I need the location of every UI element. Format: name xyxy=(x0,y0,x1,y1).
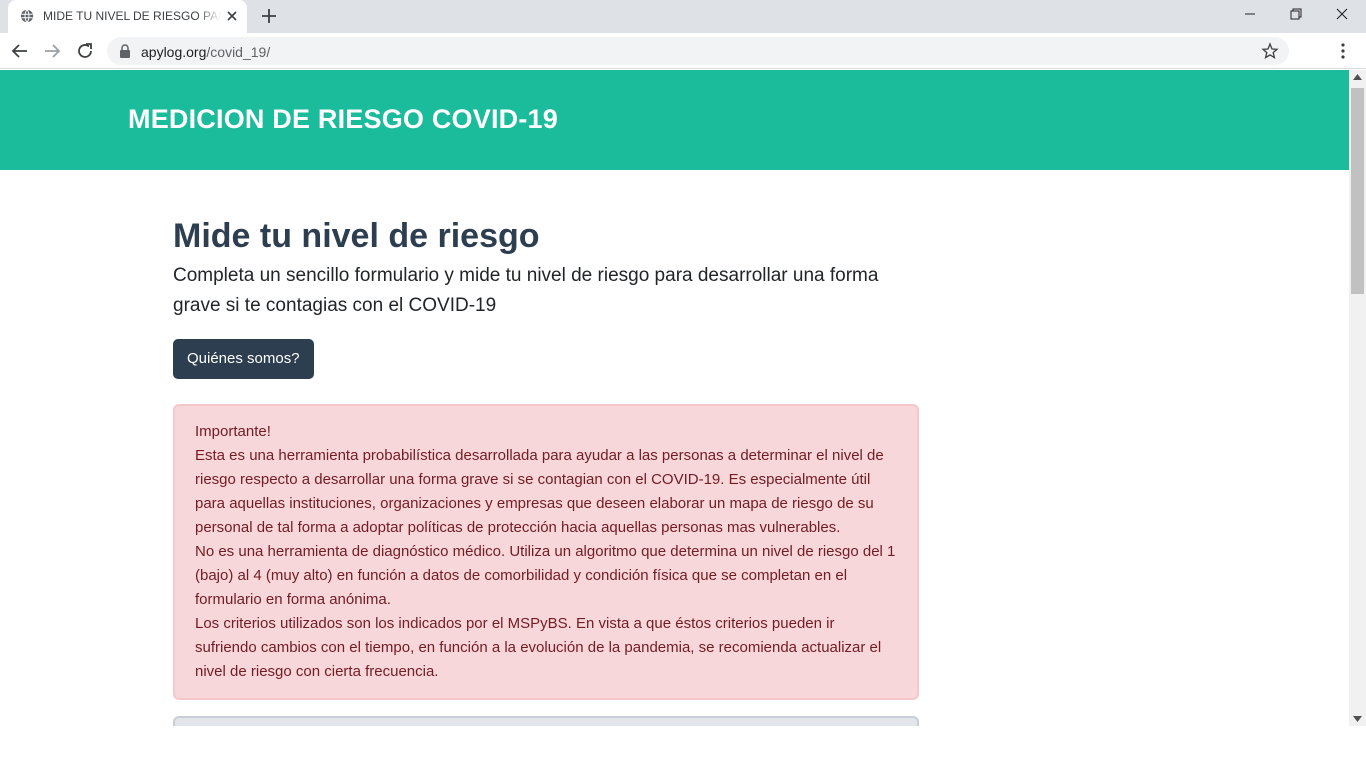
about-us-button[interactable]: Quiénes somos? xyxy=(173,338,314,379)
alert-heading: Importante! xyxy=(195,422,271,440)
main-content: Mide tu nivel de riesgo Completa un senc… xyxy=(173,210,919,726)
minimize-icon xyxy=(1245,13,1255,15)
close-icon xyxy=(1336,8,1348,20)
alert-paragraph-1: Esta es una herramienta probabilística d… xyxy=(195,446,884,536)
window-bottom-area xyxy=(0,726,1366,768)
scroll-down-arrow-icon[interactable] xyxy=(1353,716,1362,722)
scrollbar-thumb[interactable] xyxy=(1351,88,1364,294)
site-header: MEDICION DE RIESGO COVID-19 xyxy=(0,70,1349,170)
alert-paragraph-2: No es una herramienta de diagnóstico méd… xyxy=(195,542,896,608)
tab-title: MIDE TU NIVEL DE RIESGO PARA xyxy=(43,9,221,23)
restore-icon xyxy=(1290,8,1302,20)
browser-toolbar: apylog.org/covid_19/ xyxy=(0,33,1366,69)
globe-icon xyxy=(20,9,34,23)
star-icon[interactable] xyxy=(1261,42,1279,60)
url-path: /covid_19/ xyxy=(206,44,271,60)
maximize-button[interactable] xyxy=(1273,0,1319,30)
minimize-button[interactable] xyxy=(1227,0,1273,30)
form-card xyxy=(173,715,919,726)
window-close-button[interactable] xyxy=(1319,0,1365,30)
plus-icon[interactable] xyxy=(259,6,279,26)
url-host: apylog.org xyxy=(141,44,207,60)
reload-icon[interactable] xyxy=(74,40,96,62)
url-text[interactable]: apylog.org/covid_19/ xyxy=(141,44,270,60)
page-scrollbar[interactable] xyxy=(1349,70,1366,726)
page-title: Mide tu nivel de riesgo xyxy=(173,217,540,255)
back-arrow-icon[interactable] xyxy=(9,40,31,62)
kebab-menu-icon[interactable] xyxy=(1334,42,1352,60)
address-bar[interactable]: apylog.org/covid_19/ xyxy=(107,37,1289,65)
page-viewport: MEDICION DE RIESGO COVID-19 Mide tu nive… xyxy=(0,70,1349,726)
lead-text: Completa un sencillo formulario y mide t… xyxy=(173,264,879,316)
lock-icon[interactable] xyxy=(119,44,131,58)
alert-paragraph-3: Los criterios utilizados son los indicad… xyxy=(195,614,882,680)
tab-strip: MIDE TU NIVEL DE RIESGO PARA xyxy=(0,0,1366,33)
important-alert: Importante! Esta es una herramienta prob… xyxy=(173,403,919,700)
browser-tab[interactable]: MIDE TU NIVEL DE RIESGO PARA xyxy=(8,0,247,33)
scroll-up-arrow-icon[interactable] xyxy=(1353,74,1362,80)
forward-arrow-icon[interactable] xyxy=(41,40,63,62)
site-brand[interactable]: MEDICION DE RIESGO COVID-19 xyxy=(128,104,558,135)
close-icon[interactable] xyxy=(224,8,240,24)
